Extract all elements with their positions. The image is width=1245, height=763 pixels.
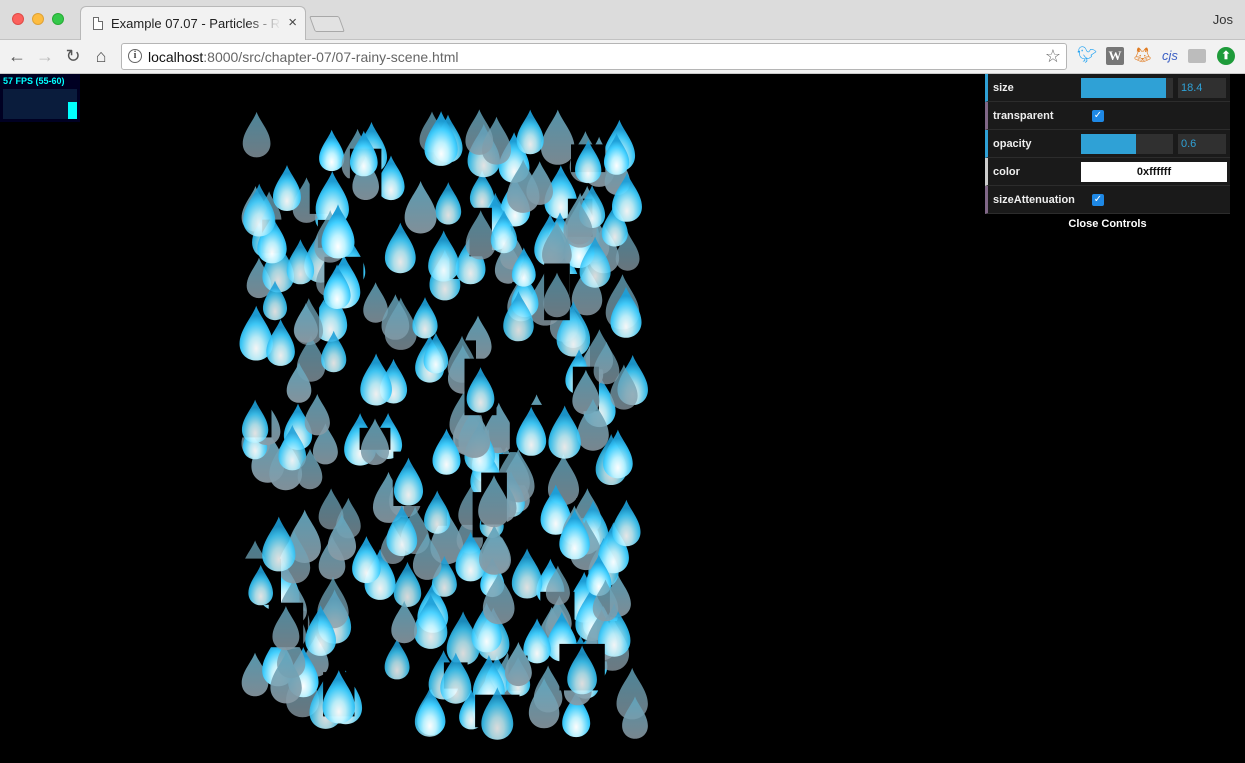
raindrop-particle — [352, 536, 381, 584]
color-value-field[interactable]: 0xffffff — [1081, 162, 1227, 182]
color-label: color — [993, 166, 1020, 178]
opacity-control[interactable]: opacity 0.6 — [985, 130, 1230, 158]
raindrop-particle — [423, 332, 449, 374]
opacity-slider-fill — [1081, 134, 1137, 154]
raindrop-particle — [262, 516, 296, 572]
opacity-label: opacity — [993, 138, 1032, 150]
raindrop-particle — [273, 165, 301, 211]
raindrop-particle — [541, 109, 575, 165]
raindrop-particle — [242, 111, 271, 158]
tab-close-icon[interactable]: × — [288, 15, 297, 30]
bookmark-star-icon[interactable]: ☆ — [1045, 46, 1061, 66]
raindrop-particle — [516, 109, 544, 155]
opacity-slider[interactable] — [1081, 134, 1173, 154]
size-attenuation-label: sizeAttenuation — [993, 194, 1075, 206]
controls-panel: size 18.4 transparent ✓ opacity 0.6 colo… — [985, 74, 1230, 234]
size-attenuation-checkbox[interactable]: ✓ — [1092, 194, 1104, 206]
size-slider[interactable] — [1081, 78, 1173, 98]
url-text[interactable]: localhost:8000/src/chapter-07/07-rainy-s… — [148, 49, 459, 65]
raindrop-particle — [266, 318, 295, 366]
fps-graph-bar — [68, 102, 77, 119]
new-tab-button[interactable] — [309, 16, 345, 32]
window-minimize-button[interactable] — [32, 13, 44, 25]
info-icon[interactable]: i — [128, 49, 142, 63]
raindrop-particle — [404, 181, 437, 234]
transparent-checkbox[interactable]: ✓ — [1092, 110, 1104, 122]
close-controls-button[interactable]: Close Controls — [985, 214, 1230, 234]
reload-icon[interactable]: ↻ — [62, 45, 84, 67]
tab-title: Example 07.07 - Particles - Rainy Scene — [111, 16, 281, 31]
raindrop-particle — [465, 109, 494, 155]
size-value-field[interactable]: 18.4 — [1178, 78, 1226, 98]
fps-graph — [3, 89, 77, 119]
fps-stats-panel[interactable]: 57 FPS (55-60) — [0, 74, 80, 122]
size-label: size — [993, 82, 1014, 94]
window-maximize-button[interactable] — [52, 13, 64, 25]
profile-name[interactable]: Jos — [1213, 12, 1233, 27]
browser-tab[interactable]: Example 07.07 - Particles - Rainy Scene … — [80, 6, 306, 40]
raindrop-particle — [391, 600, 418, 644]
size-slider-fill — [1081, 78, 1166, 98]
url-host: localhost — [148, 49, 204, 65]
page-icon — [93, 17, 103, 30]
raindrop-particle — [548, 405, 581, 459]
raindrop-particle — [304, 394, 330, 436]
transparent-control[interactable]: transparent ✓ — [985, 102, 1230, 130]
upload-extension-icon[interactable]: ⬆ — [1217, 47, 1235, 65]
raindrop-particle — [360, 353, 392, 406]
fps-label: 57 FPS (55-60) — [3, 76, 65, 86]
w-extension-icon[interactable]: W — [1106, 47, 1124, 65]
raindrop-particle — [612, 499, 641, 547]
browser-toolbar: ← → ↻ ⌂ i localhost:8000/src/chapter-07/… — [0, 40, 1245, 74]
opacity-value-field[interactable]: 0.6 — [1178, 134, 1226, 154]
address-bar[interactable]: i localhost:8000/src/chapter-07/07-rainy… — [121, 43, 1067, 70]
url-path: :8000/src/chapter-07/07-rainy-scene.html — [203, 49, 459, 65]
cjs-extension-icon[interactable]: cjs — [1159, 47, 1181, 65]
card-extension-icon[interactable] — [1188, 49, 1206, 63]
color-control[interactable]: color 0xffffff — [985, 158, 1230, 186]
webgl-viewport[interactable]: 57 FPS (55-60) size 18.4 transparent ✓ o… — [0, 74, 1245, 763]
forward-arrow-icon[interactable]: → — [34, 45, 56, 67]
raindrop-particle — [511, 548, 543, 599]
home-icon[interactable]: ⌂ — [90, 45, 112, 67]
window-close-button[interactable] — [12, 13, 24, 25]
size-control[interactable]: size 18.4 — [985, 74, 1230, 102]
fox-extension-icon[interactable]: 🦊︎ — [1133, 47, 1152, 65]
raindrop-particle — [384, 638, 410, 680]
back-arrow-icon[interactable]: ← — [6, 45, 28, 67]
raindrop-particle — [412, 297, 438, 339]
twitter-icon[interactable]: 🐦︎ — [1077, 47, 1097, 65]
size-attenuation-control[interactable]: sizeAttenuation ✓ — [985, 186, 1230, 214]
transparent-label: transparent — [993, 110, 1054, 122]
browser-titlebar: Example 07.07 - Particles - Rainy Scene … — [0, 0, 1245, 40]
